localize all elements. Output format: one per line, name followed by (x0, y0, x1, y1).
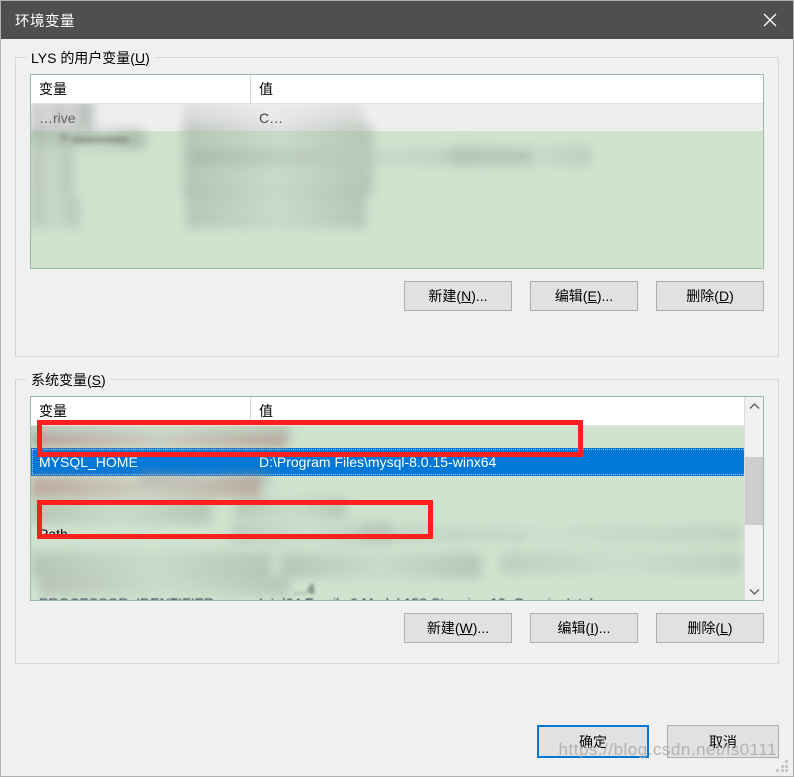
user-row-variable: …rive (39, 109, 76, 126)
user-new-accel: N (461, 288, 472, 304)
system-row-value: 2 (251, 480, 763, 496)
system-list-body[interactable]: GRADLE_HOME MYSQL_HOME D:\Program Files\… (31, 422, 763, 600)
user-variables-list[interactable]: 变量 值 …rive C… ▾ ▬▬▬▬ · · · · · · · (30, 74, 764, 269)
system-row-value: Intel64 Family 6 Model 158 Stepping 10, … (251, 595, 763, 600)
user-column-header-variable[interactable]: 变量 (31, 75, 251, 103)
list-item[interactable] (31, 548, 763, 570)
list-item[interactable]: GRADLE_HOME (31, 426, 763, 448)
scroll-down-button[interactable] (745, 582, 763, 600)
system-list-scrollbar[interactable] (744, 397, 763, 600)
system-column-header-value[interactable]: 值 (251, 397, 745, 425)
user-edit-prefix: 编辑( (554, 288, 588, 304)
system-list-header: 变量 值 (31, 397, 763, 426)
system-row-variable: NUMBER_OF_PROCESSORS (31, 480, 251, 496)
list-item-mysql-home[interactable]: MYSQL_HOME D:\Program Files\mysql-8.0.15… (31, 448, 763, 476)
title-bar: 环境变量 (1, 1, 793, 39)
user-edit-accel: E (587, 288, 597, 304)
system-variables-group: 系统变量(S) 变量 值 GRADLE_HOME MYSQL_HOME D:\P (15, 370, 779, 664)
user-legend-prefix: LYS 的用户变量( (31, 50, 135, 66)
window-title: 环境变量 (15, 13, 75, 30)
user-edit-button[interactable]: 编辑(E)... (530, 281, 638, 311)
user-new-button[interactable]: 新建(N)... (404, 281, 512, 311)
system-row-variable: PROCESSOR_IDENTIFIER (31, 595, 251, 600)
system-variables-legend: 系统变量(S) (26, 370, 111, 390)
system-new-button[interactable]: 新建(W)... (404, 613, 512, 643)
user-delete-prefix: 删除( (686, 288, 719, 304)
list-item[interactable]: …rive C… (31, 104, 763, 131)
ok-button[interactable]: 确定 (537, 725, 649, 758)
dialog-content: LYS 的用户变量(U) 变量 值 …rive C… ▾ ▬▬▬▬ · · · … (1, 39, 793, 711)
system-delete-prefix: 删除( (687, 620, 721, 636)
list-item-path[interactable]: Path (31, 520, 763, 548)
chevron-down-icon (749, 584, 760, 599)
system-row-variable: Path (39, 526, 68, 542)
system-row-variable: GRADLE_HOME (31, 429, 251, 445)
system-edit-prefix: 编辑( (557, 620, 591, 636)
system-delete-button[interactable]: 删除(L) (656, 613, 764, 643)
system-new-suffix: )... (472, 620, 490, 636)
close-button[interactable] (747, 1, 793, 39)
dialog-footer: 确定 取消 (1, 725, 793, 758)
system-row-value: …64 (251, 574, 763, 590)
system-legend-prefix: 系统变量( (31, 372, 92, 388)
system-row-value: D:\Program Files\mysql-8.0.15-winx64 (259, 454, 497, 470)
system-delete-accel: L (720, 620, 728, 636)
user-edit-suffix: )... (596, 288, 614, 304)
scrollbar-thumb[interactable] (745, 457, 763, 525)
user-row-value: C… (259, 109, 284, 126)
system-legend-suffix: ) (101, 372, 106, 388)
user-new-suffix: )... (471, 288, 488, 304)
system-row-variable: PROCESSOR_ARCHITECTURE (31, 574, 251, 590)
list-item[interactable]: PROCESSOR_ARCHITECTURE …64 (31, 570, 763, 594)
system-legend-accel: S (91, 372, 102, 388)
user-variables-legend: LYS 的用户变量(U) (26, 48, 155, 68)
system-new-prefix: 新建( (426, 620, 460, 636)
resize-grip[interactable] (776, 760, 788, 772)
scrollbar-track[interactable] (745, 415, 763, 582)
close-icon (762, 12, 778, 28)
user-new-prefix: 新建( (428, 288, 462, 304)
user-delete-button[interactable]: 删除(D) (656, 281, 764, 311)
user-delete-suffix: ) (729, 288, 734, 304)
system-column-header-variable[interactable]: 变量 (31, 397, 251, 425)
environment-variables-dialog: 环境变量 LYS 的用户变量(U) 变量 值 …rive C… ▾ ▬▬▬▬ ·… (0, 0, 794, 777)
list-item[interactable]: PROCESSOR_IDENTIFIER Intel64 Family 6 Mo… (31, 594, 763, 600)
user-variables-buttons: 新建(N)... 编辑(E)... 删除(D) (30, 281, 764, 311)
cancel-button[interactable]: 取消 (667, 725, 779, 758)
user-legend-suffix: ) (145, 50, 150, 66)
user-legend-accel: U (134, 50, 146, 66)
system-row-variable: MYSQL_HOME (39, 454, 138, 470)
list-item[interactable]: NUMBER_OF_PROCESSORS 2 (31, 476, 763, 500)
user-delete-accel: D (718, 288, 730, 304)
user-list-header: 变量 值 (31, 75, 763, 104)
list-item[interactable] (31, 500, 763, 520)
user-column-header-value[interactable]: 值 (251, 75, 763, 103)
system-edit-suffix: )... (594, 620, 611, 636)
system-delete-suffix: ) (727, 620, 733, 636)
system-variables-list[interactable]: 变量 值 GRADLE_HOME MYSQL_HOME D:\Program F… (30, 396, 764, 601)
system-variables-buttons: 新建(W)... 编辑(I)... 删除(L) (30, 613, 764, 643)
user-variables-group: LYS 的用户变量(U) 变量 值 …rive C… ▾ ▬▬▬▬ · · · … (15, 48, 779, 357)
user-list-body[interactable]: …rive C… ▾ ▬▬▬▬ · · · · · · · (31, 98, 763, 268)
scroll-up-button[interactable] (745, 397, 763, 415)
system-edit-button[interactable]: 编辑(I)... (530, 613, 638, 643)
chevron-up-icon (749, 399, 760, 414)
system-new-accel: W (459, 620, 473, 636)
